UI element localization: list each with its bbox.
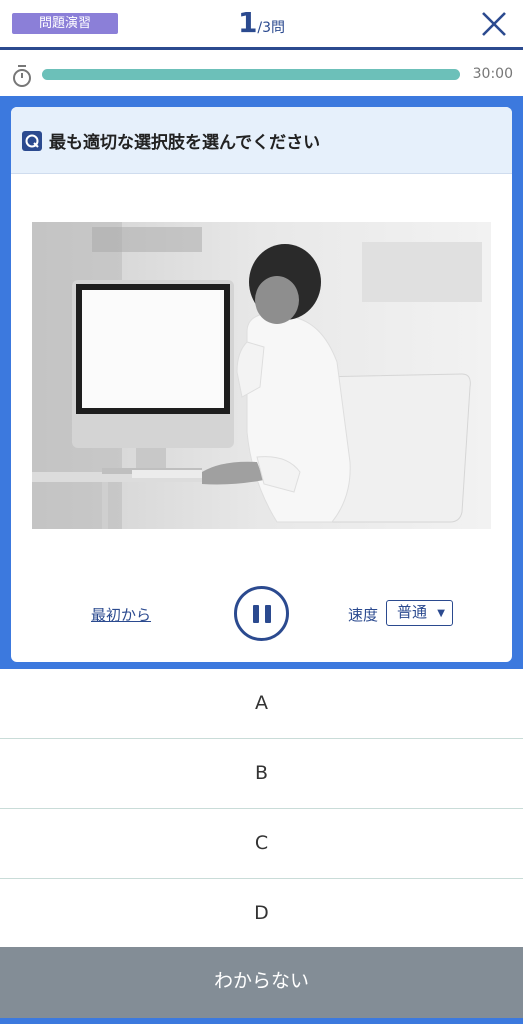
caret-down-icon: ▼: [437, 608, 445, 619]
bottom-bar: [0, 1018, 523, 1024]
question-header: 最も適切な選択肢を選んでください: [11, 107, 512, 174]
close-button[interactable]: [479, 9, 509, 39]
restart-link[interactable]: 最初から: [91, 604, 151, 625]
speed-value: 普通: [397, 603, 428, 621]
header: 問題演習 1/3問: [0, 0, 523, 50]
dont-know-button[interactable]: わからない: [0, 947, 523, 1018]
question-card: 最も適切な選択肢を選んでください 最初から 速度 普通 ▼: [11, 107, 512, 662]
question-icon: [22, 131, 42, 151]
pause-button[interactable]: [234, 586, 289, 641]
time-progress-fill: [42, 69, 460, 80]
timer-row: 30:00: [0, 53, 523, 96]
answer-option-c[interactable]: C: [0, 809, 523, 879]
question-total: /3問: [257, 20, 286, 36]
speed-select[interactable]: 普通 ▼: [386, 600, 453, 626]
time-remaining: 30:00: [472, 66, 513, 82]
answer-option-b[interactable]: B: [0, 739, 523, 809]
close-icon: [482, 12, 506, 36]
answer-option-d[interactable]: D: [0, 879, 523, 949]
question-counter: 1/3問: [0, 6, 523, 39]
speed-label: 速度: [348, 606, 379, 624]
question-photo: [32, 222, 491, 529]
time-progress-bar: [42, 69, 460, 80]
player-controls: 最初から 速度 普通 ▼: [11, 584, 512, 644]
stopwatch-icon: [13, 65, 31, 87]
answer-option-a[interactable]: A: [0, 669, 523, 739]
answer-list: A B C D: [0, 669, 523, 949]
current-question-number: 1: [237, 6, 258, 39]
question-instruction: 最も適切な選択肢を選んでください: [49, 133, 321, 153]
question-frame: 最も適切な選択肢を選んでください 最初から 速度 普通 ▼: [0, 96, 523, 669]
